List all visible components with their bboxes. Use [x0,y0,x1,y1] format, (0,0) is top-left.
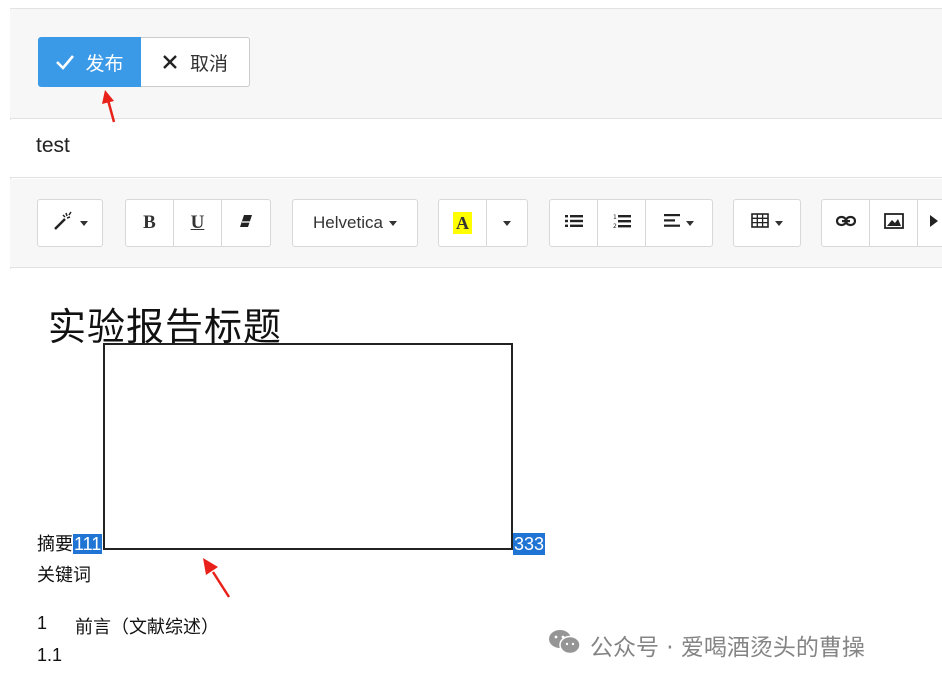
close-icon [162,54,178,70]
section-1-1-line: 1.1 [37,645,63,665]
magic-style-button[interactable] [38,200,102,246]
image-icon [883,212,904,234]
ordered-list-icon: 12 [613,213,631,234]
table-dropdown[interactable] [734,200,800,246]
table-icon [751,213,769,233]
cancel-button[interactable]: 取消 [141,37,250,87]
abstract-label: 摘要 [37,534,73,555]
section-1-title: 前言（文献综述） [75,617,220,638]
font-family-label: Helvetica [313,213,383,232]
selected-text-right: 333 [513,533,546,555]
video-icon [930,214,940,232]
highlight-color-button[interactable]: A [439,200,487,246]
cancel-label: 取消 [189,52,228,75]
underline-icon: U [190,212,205,233]
paragraph-group: 12 [549,199,713,247]
section-1-number: 1 [37,613,48,633]
magic-wand-icon [52,211,74,236]
insert-group [821,199,942,247]
annotation-arrow-image [203,558,231,598]
clear-format-button[interactable] [222,200,270,246]
annotation-arrow-publish [102,90,116,123]
publish-label: 发布 [85,52,124,75]
chevron-down-icon [775,220,783,226]
font-family-dropdown[interactable]: Helvetica [293,200,417,246]
action-bar: 发布 取消 [10,9,942,119]
watermark: 公众号 · 爱喝酒烫头的曹操 [548,628,865,662]
inserted-image-box[interactable] [103,343,513,550]
ordered-list-button[interactable]: 12 [598,200,646,246]
image-button[interactable] [870,200,918,246]
video-button[interactable] [918,200,942,246]
style-group [37,199,103,247]
highlight-color-icon: A [453,212,472,234]
unordered-list-button[interactable] [550,200,598,246]
align-icon [664,214,680,232]
color-group: A [438,199,528,247]
title-row [10,120,942,178]
link-icon [835,214,856,232]
align-dropdown[interactable] [646,200,712,246]
watermark-text: 公众号 · 爱喝酒烫头的曹操 [590,635,865,661]
chevron-down-icon [503,220,511,226]
bold-button[interactable]: B [126,200,174,246]
chevron-down-icon [388,220,397,226]
font-group: Helvetica [292,199,418,247]
selected-text-left: 111 [73,534,103,554]
wechat-icon [548,628,582,662]
check-icon [55,54,75,70]
format-group: B U [125,199,271,247]
eraser-icon [239,214,253,233]
underline-button[interactable]: U [174,200,222,246]
bold-icon: B [143,212,156,233]
unordered-list-icon [564,214,583,233]
abstract-line: 摘要111 [37,533,103,556]
chevron-down-icon [686,220,694,226]
publish-button[interactable]: 发布 [38,37,141,87]
svg-text:1: 1 [613,214,617,221]
chevron-down-icon [80,220,88,226]
table-group [733,199,801,247]
action-button-group: 发布 取消 [38,37,250,87]
editor-toolbar: B U Helvetica A 12 [10,179,942,268]
color-dropdown-button[interactable] [487,200,527,246]
keywords-line: 关键词 [37,565,91,586]
title-input[interactable] [36,134,436,158]
svg-text:2: 2 [613,223,617,229]
editor-content[interactable]: 实验报告标题 摘要111 333 关键词 1 前言（文献综述） 1.1 [10,269,942,682]
section-1-line: 1 前言（文献综述） [37,613,219,639]
link-button[interactable] [822,200,870,246]
